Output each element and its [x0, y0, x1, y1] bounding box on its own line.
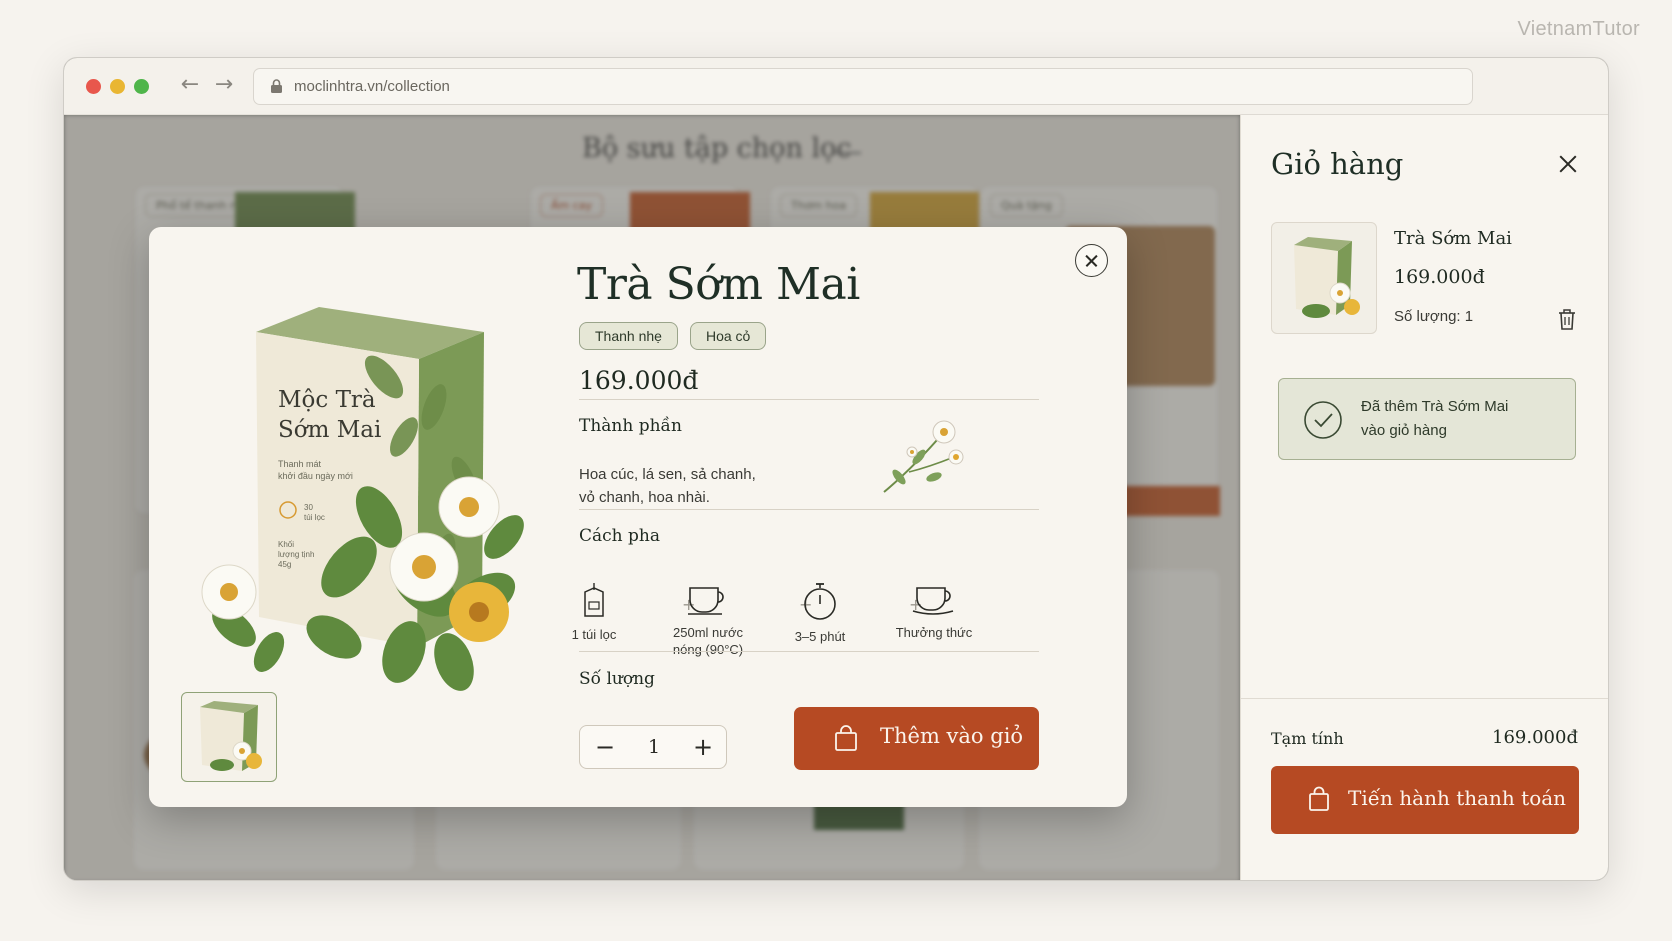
checkout-button[interactable]: Tiến hành thanh toán [1271, 766, 1579, 834]
brew-step: 1 túi lọc [539, 582, 649, 643]
brew-step-label-line: 250ml nước [673, 625, 743, 640]
divider [1241, 698, 1608, 699]
minimize-window-button[interactable] [110, 79, 125, 94]
shopping-bag-icon [835, 725, 857, 751]
back-arrow-icon[interactable]: ← [176, 72, 204, 100]
tea-bag-icon [584, 583, 604, 617]
package-weight-line2: lượng tịnh [278, 550, 314, 559]
cart-item-thumbnail [1271, 222, 1377, 334]
toast-line: vào giỏ hàng [1361, 422, 1447, 439]
ingredients-line: Hoa cúc, lá sen, sả chanh, [579, 466, 756, 483]
cart-close-icon[interactable] [1557, 153, 1579, 175]
package-count-line1: 30 [304, 503, 313, 512]
brew-step: 250ml nước nóng (90°C) [653, 582, 763, 658]
cup-icon [688, 587, 724, 615]
product-thumbnail[interactable] [181, 692, 277, 782]
added-to-cart-toast: Đã thêm Trà Sớm Mai vào giỏ hàng [1278, 378, 1576, 460]
package-weight-line3: 45g [278, 560, 291, 569]
cart-panel: Giỏ hàng Trà Sớm Mai 169.000đ Số lượng: … [1240, 115, 1608, 880]
divider [579, 399, 1039, 400]
trash-icon[interactable] [1557, 308, 1577, 330]
divider [579, 509, 1039, 510]
decrease-quantity-button[interactable]: − [590, 734, 620, 760]
divider [579, 651, 1039, 652]
modal-close-icon[interactable] [1075, 244, 1108, 277]
subtotal-value: 169.000đ [1492, 727, 1578, 748]
package-brand-line2: Sớm Mai [278, 417, 381, 443]
subtotal-label: Tạm tính [1271, 729, 1344, 748]
package-brand-line1: Mộc Trà [278, 387, 376, 413]
brew-step-label-line: nóng (90°C) [672, 642, 744, 657]
package-desc-line1: Thanh mát [278, 459, 322, 469]
browser-window: ← → moclinhtra.vn/collection Bộ sưu tập … [63, 57, 1609, 881]
chamomile-sprig-icon [883, 420, 964, 493]
quantity-stepper: − 1 + [579, 725, 727, 769]
check-circle-icon [1304, 401, 1342, 439]
brew-step: 3–5 phút [765, 582, 875, 645]
close-window-button[interactable] [86, 79, 101, 94]
cart-item-image [1294, 237, 1360, 318]
timer-icon [804, 583, 836, 620]
product-modal: Mộc Trà Sớm Mai Thanh mát khởi đầu ngày … [149, 227, 1127, 807]
add-to-cart-label: Thêm vào giỏ [880, 724, 1024, 748]
cart-item-quantity: Số lượng: 1 [1394, 308, 1474, 325]
cart-title: Giỏ hàng [1271, 147, 1404, 181]
package-weight-line1: Khối [278, 540, 294, 549]
url-text: moclinhtra.vn/collection [294, 78, 450, 95]
browser-titlebar: ← → moclinhtra.vn/collection [64, 58, 1608, 115]
product-package-image: Mộc Trà Sớm Mai Thanh mát khởi đầu ngày … [201, 307, 524, 691]
cart-item-price: 169.000đ [1394, 266, 1485, 288]
product-tag: Thanh nhẹ [579, 322, 678, 350]
package-count-line2: túi lọc [304, 513, 325, 522]
maximize-window-button[interactable] [134, 79, 149, 94]
product-tag: Hoa cỏ [689, 322, 767, 350]
brew-heading: Cách pha [579, 526, 660, 546]
brew-step: Thưởng thức [879, 582, 989, 641]
product-price: 169.000đ [579, 366, 699, 395]
brew-step-label: Thưởng thức [895, 625, 973, 640]
quantity-heading: Số lượng [579, 669, 655, 689]
quantity-value[interactable]: 1 [634, 736, 674, 758]
checkout-label: Tiến hành thanh toán [1348, 786, 1567, 810]
thumbnail-image [200, 701, 262, 771]
shopping-bag-icon [1309, 786, 1329, 811]
ingredients-heading: Thành phần [579, 416, 682, 436]
brew-step-label: 3–5 phút [794, 629, 846, 644]
product-tags: Thanh nhẹ Hoa cỏ [579, 322, 767, 350]
brew-step-label: 1 túi lọc [571, 627, 617, 642]
increase-quantity-button[interactable]: + [688, 734, 718, 760]
add-to-cart-button[interactable]: Thêm vào giỏ [794, 707, 1039, 770]
brew-step-label: 250ml nước nóng (90°C) [653, 624, 763, 658]
ingredients-text: Hoa cúc, lá sen, sả chanh, vỏ chanh, hoa… [579, 463, 839, 509]
toast-line: Đã thêm Trà Sớm Mai [1361, 398, 1509, 415]
lock-icon [271, 79, 282, 93]
cup-saucer-icon [912, 587, 954, 615]
watermark: VietnamTutor [1517, 18, 1640, 40]
forward-arrow-icon[interactable]: → [210, 72, 238, 100]
address-bar[interactable]: moclinhtra.vn/collection [253, 68, 1473, 105]
ingredients-line: vỏ chanh, hoa nhài. [579, 489, 710, 506]
toast-message: Đã thêm Trà Sớm Mai vào giỏ hàng [1361, 395, 1561, 443]
package-desc-line2: khởi đầu ngày mới [278, 471, 353, 481]
product-title: Trà Sớm Mai [577, 259, 860, 310]
cart-item-name: Trà Sớm Mai [1394, 228, 1512, 249]
